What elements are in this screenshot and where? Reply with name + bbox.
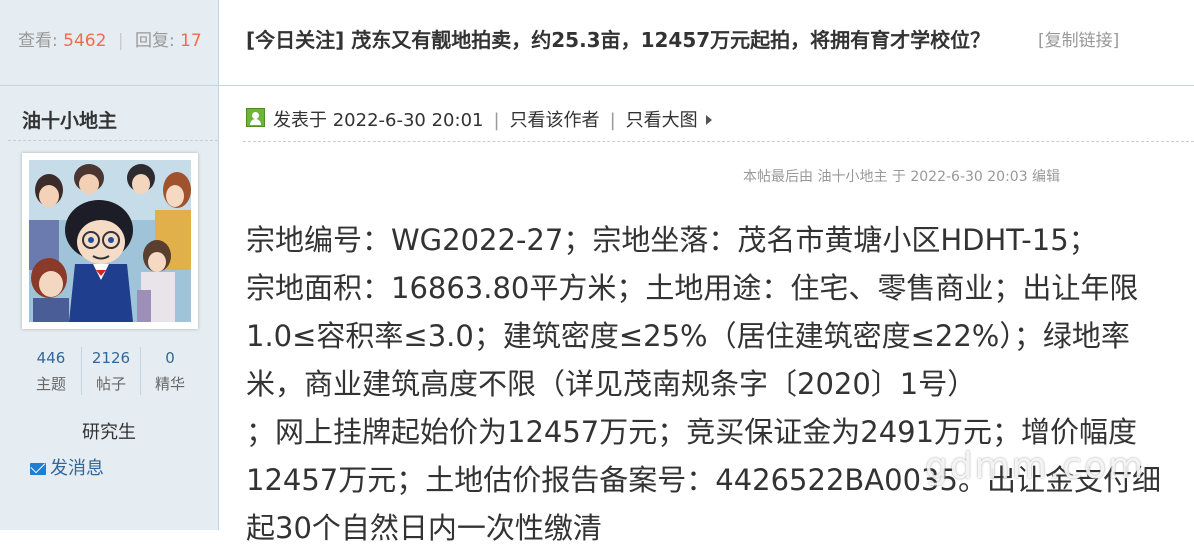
author-sidebar: 查看: 5462 | 回复: 17 油十小地主 446 主题 2126 帖子 0… (0, 0, 219, 530)
author-counts: 446 主题 2126 帖子 0 精华 (22, 347, 198, 395)
post-meta: 发表于 2022-6-30 20:01 | 只看该作者 | 只看大图 (273, 106, 712, 132)
send-message-button[interactable]: 发消息 (30, 454, 104, 480)
avatar-image (29, 160, 191, 322)
send-message-label: 发消息 (50, 458, 104, 479)
post-body: 宗地编号：WG2022-27；宗地坐落：茂名市黄塘小区HDHT-15； 宗地面积… (246, 216, 1194, 552)
copy-link-button[interactable]: [复制链接] (1038, 26, 1119, 51)
posts-label: 帖子 (95, 375, 126, 393)
author-name[interactable]: 油十小地主 (22, 106, 117, 133)
post-line: 1.0≤容积率≤3.0；建筑密度≤25%（居住建筑密度≤22%）；绿地率 (246, 319, 1130, 353)
user-rank: 研究生 (82, 422, 136, 443)
watermark: gdmm.com (925, 446, 1146, 487)
views-label: 查看: (18, 31, 58, 51)
post-line: 米，商业建筑高度不限（详见茂南规条字〔2020〕1号） (246, 367, 977, 401)
digest-label: 精华 (154, 375, 185, 393)
meta-separator: | (609, 110, 616, 131)
author-divider (8, 140, 218, 141)
post-line: 宗地面积：16863.80平方米；土地用途：住宅、零售商业；出让年限 (246, 271, 1139, 305)
stats-row: 查看: 5462 | 回复: 17 (18, 26, 202, 51)
large-image-link[interactable]: 只看大图 (626, 110, 712, 131)
only-author-link[interactable]: 只看该作者 (510, 110, 600, 131)
post-divider (243, 141, 1194, 142)
meta-separator: | (493, 110, 500, 131)
thread-title: [今日关注] 茂东又有靓地拍卖，约25.3亩，12457万元起拍，将拥有育才学校… (246, 28, 991, 52)
digest-count-cell[interactable]: 0 精华 (140, 347, 199, 395)
post-date: 发表于 2022-6-30 20:01 (273, 110, 484, 131)
triangle-right-icon (705, 115, 712, 125)
online-status-icon (246, 108, 265, 127)
post-header: 发表于 2022-6-30 20:01 | 只看该作者 | 只看大图 (219, 87, 1194, 141)
threads-count: 446 (36, 349, 66, 367)
large-image-label: 只看大图 (625, 110, 698, 131)
replies-count: 17 (180, 31, 202, 51)
replies-label: 回复: (134, 31, 175, 51)
post-line: 起30个自然日内一次性缴清 (246, 511, 602, 545)
edit-note: 本帖最后由 油十小地主 于 2022-6-30 20:03 编辑 (743, 169, 1061, 185)
thread-stats: 查看: 5462 | 回复: 17 (0, 0, 218, 86)
post-line: 宗地编号：WG2022-27；宗地坐落：茂名市黄塘小区HDHT-15； (246, 223, 1098, 257)
thread-title-bar: [今日关注] 茂东又有靓地拍卖，约25.3亩，12457万元起拍，将拥有育才学校… (219, 0, 1194, 86)
mail-icon (30, 463, 46, 475)
posts-count: 2126 (91, 349, 131, 367)
digest-count: 0 (165, 349, 175, 367)
avatar[interactable] (22, 153, 198, 329)
stats-separator: | (117, 31, 124, 51)
threads-count-cell[interactable]: 446 主题 (22, 347, 80, 395)
threads-label: 主题 (35, 375, 66, 393)
views-count: 5462 (63, 31, 107, 51)
posts-count-cell[interactable]: 2126 帖子 (81, 347, 140, 395)
